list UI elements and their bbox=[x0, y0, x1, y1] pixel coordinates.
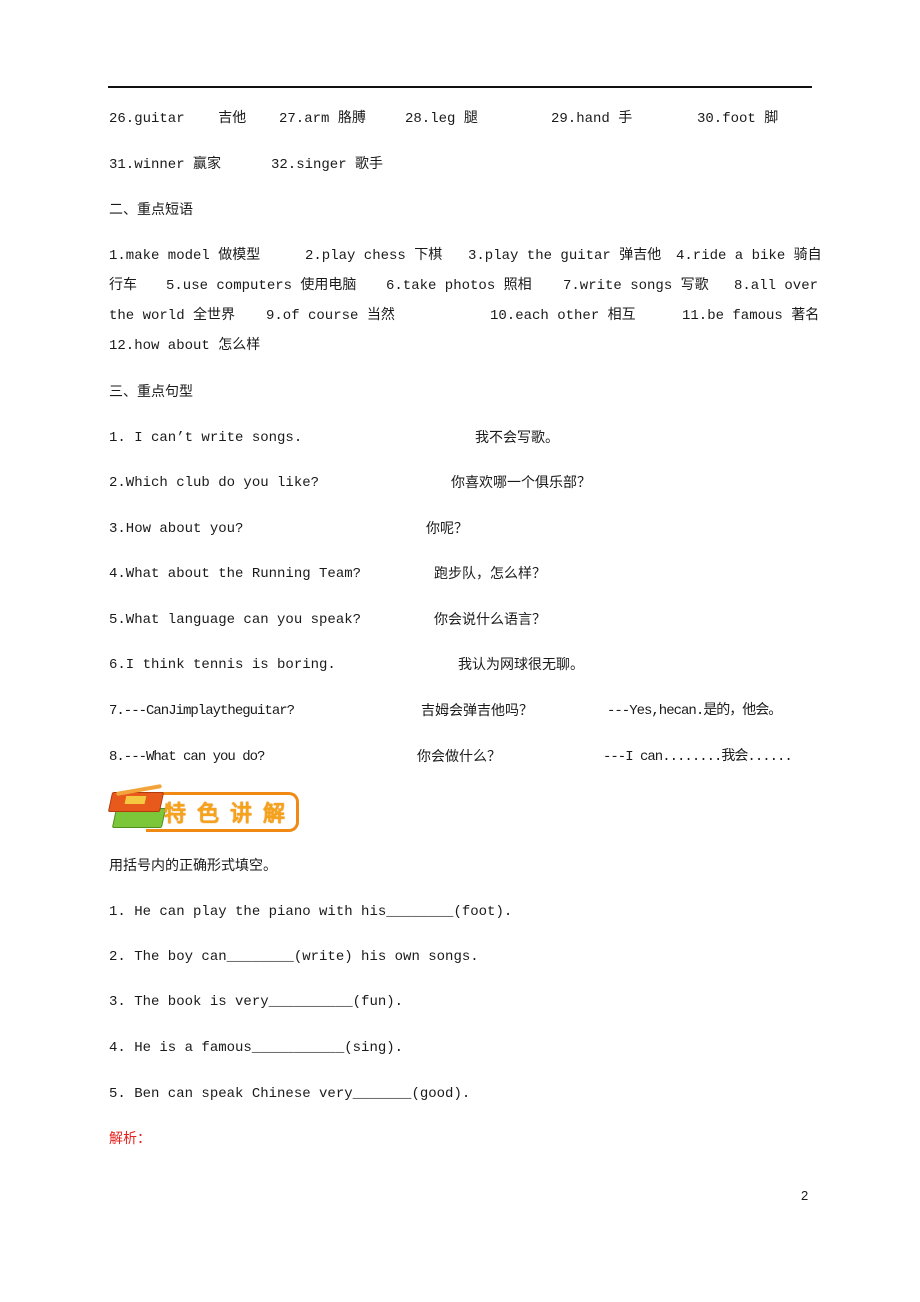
phrase-item: 10.each other 相互 bbox=[490, 308, 636, 324]
sentence-zh: 你呢？ bbox=[426, 521, 468, 537]
phrase-item: 6.take photos 照相 bbox=[386, 278, 532, 294]
analysis-label: 解析： bbox=[109, 1131, 151, 1147]
phrase-item: 9.of course 当然 bbox=[266, 308, 395, 324]
header-rule bbox=[108, 86, 812, 88]
sentence-en: 7.---CanJimplaytheguitar? bbox=[109, 703, 295, 719]
sentence-en: 8.---What can you do? bbox=[109, 749, 265, 765]
phrase-item: 行车 bbox=[109, 278, 137, 294]
section-heading-phrases: 二、重点短语 bbox=[109, 202, 193, 218]
vocab-item: 26.guitar 吉他 bbox=[109, 111, 247, 127]
sentence-zh: 你喜欢哪一个俱乐部？ bbox=[451, 475, 591, 491]
phrase-item: 3.play the guitar 弹吉他 bbox=[468, 248, 662, 264]
section-heading-sentences: 三、重点句型 bbox=[109, 384, 193, 400]
phrase-item: 8.all over bbox=[734, 278, 819, 294]
exercise-instruction: 用括号内的正确形式填空。 bbox=[109, 858, 277, 874]
sentence-zh: 你会说什么语言？ bbox=[434, 612, 546, 628]
sentence-zh: 你会做什么？ bbox=[417, 749, 501, 765]
vocab-item: 29.hand 手 bbox=[551, 111, 633, 127]
exercise-item: 4. He is a famous___________(sing). bbox=[109, 1040, 404, 1056]
phrase-item: 4.ride a bike 骑自 bbox=[676, 248, 822, 264]
phrase-item: 11.be famous 著名 bbox=[682, 308, 820, 324]
phrase-item: 7.write songs 写歌 bbox=[563, 278, 709, 294]
sentence-reply: ---Yes,hecan.是的，他会。 bbox=[607, 703, 782, 719]
sentence-en: 5.What language can you speak? bbox=[109, 612, 362, 628]
page-number: 2 bbox=[801, 1188, 809, 1203]
sentence-en: 4.What about the Running Team? bbox=[109, 566, 362, 582]
exercise-item: 2. The boy can________(write) his own so… bbox=[109, 949, 479, 965]
phrase-item: 12.how about 怎么样 bbox=[109, 338, 261, 354]
vocab-item: 28.leg 腿 bbox=[405, 111, 478, 127]
vocab-item: 32.singer 歌手 bbox=[271, 157, 384, 173]
exercise-item: 1. He can play the piano with his_______… bbox=[109, 904, 513, 920]
sentence-en: 3.How about you? bbox=[109, 521, 244, 537]
feature-banner: 特色讲解 bbox=[107, 784, 300, 836]
vocab-item: 30.foot 脚 bbox=[697, 111, 779, 127]
banner-title: 特色讲解 bbox=[164, 802, 297, 827]
phrase-item: 2.play chess 下棋 bbox=[305, 248, 443, 264]
vocab-item: 27.arm 胳膊 bbox=[279, 111, 366, 127]
sentence-zh: 我认为网球很无聊。 bbox=[458, 657, 584, 673]
sentence-zh: 跑步队，怎么样？ bbox=[434, 566, 546, 582]
sentence-zh: 吉姆会弹吉他吗？ bbox=[421, 703, 533, 719]
vocab-item: 31.winner 赢家 bbox=[109, 157, 222, 173]
phrase-item: the world 全世界 bbox=[109, 308, 236, 324]
exercise-item: 3. The book is very__________(fun). bbox=[109, 994, 404, 1010]
sentence-en: 2.Which club do you like? bbox=[109, 475, 320, 491]
phrase-item: 5.use computers 使用电脑 bbox=[166, 278, 357, 294]
sentence-zh: 我不会写歌。 bbox=[475, 430, 559, 446]
sentence-reply: ---I can........我会...... bbox=[603, 749, 793, 765]
sentence-en: 6.I think tennis is boring. bbox=[109, 657, 336, 673]
phrase-item: 1.make model 做模型 bbox=[109, 248, 261, 264]
exercise-item: 5. Ben can speak Chinese very_______(goo… bbox=[109, 1086, 471, 1102]
sentence-en: 1. I can’t write songs. bbox=[109, 430, 303, 446]
